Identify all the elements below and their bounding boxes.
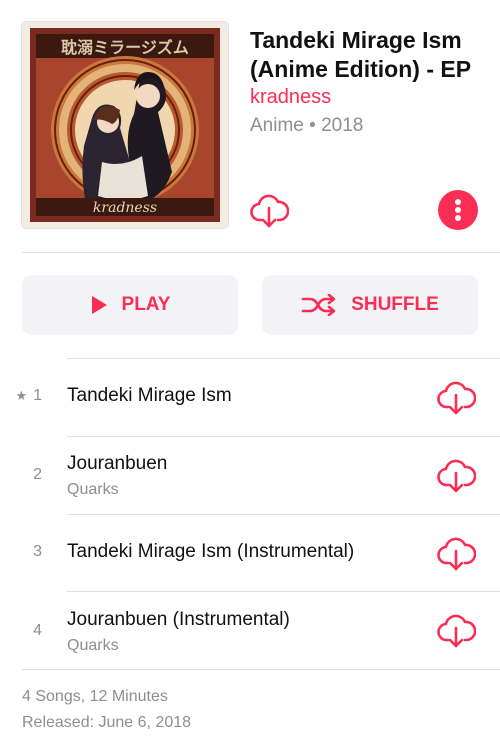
divider (22, 252, 500, 253)
track-download-button[interactable] (436, 610, 477, 650)
release-date: Released: June 6, 2018 (22, 714, 192, 731)
album-header: 耽溺ミラージズム kradness Tandeki Mirage Ism (An… (0, 0, 500, 252)
album-artist-link[interactable]: kradness (250, 86, 331, 109)
cloud-download-icon (437, 381, 477, 415)
album-genre-year: Anime • 2018 (250, 115, 364, 136)
shuffle-button[interactable]: SHUFFLE (262, 275, 478, 335)
shuffle-icon (301, 294, 336, 316)
track-title: Jouranbuen (Instrumental) (67, 609, 290, 630)
track-title: Tandeki Mirage Ism (67, 385, 232, 406)
track-download-button[interactable] (436, 455, 477, 495)
shuffle-label: SHUFFLE (351, 294, 439, 315)
track-number: 3 (33, 543, 42, 560)
track-download-button[interactable] (436, 533, 477, 573)
track-row-4[interactable]: 4 Jouranbuen (Instrumental) Quarks (0, 592, 500, 670)
more-options-button[interactable] (438, 190, 478, 230)
cloud-download-icon (437, 614, 477, 648)
track-number: 4 (33, 622, 42, 639)
cloud-download-icon (250, 194, 290, 228)
svg-text:耽溺ミラージズム: 耽溺ミラージズム (61, 38, 189, 57)
track-artist: Quarks (67, 637, 119, 654)
cloud-download-icon (437, 459, 477, 493)
album-artwork-image: 耽溺ミラージズム kradness (22, 22, 228, 228)
play-icon (91, 296, 107, 314)
album-title: Tandeki Mirage Ism (Anime Edition) - EP (250, 27, 472, 82)
track-number: ★ 1 (0, 387, 42, 405)
play-button[interactable]: PLAY (22, 275, 238, 335)
track-download-button[interactable] (436, 377, 477, 417)
track-row-3[interactable]: 3 Tandeki Mirage Ism (Instrumental) (0, 515, 500, 593)
download-album-button[interactable] (249, 190, 290, 230)
divider (22, 669, 500, 670)
track-row-1[interactable]: ★ 1 Tandeki Mirage Ism (0, 359, 500, 437)
play-label: PLAY (121, 294, 171, 315)
svg-text:kradness: kradness (93, 200, 157, 216)
track-artist: Quarks (67, 481, 119, 498)
track-row-2[interactable]: 2 Jouranbuen Quarks (0, 437, 500, 515)
track-number-text: 1 (33, 387, 42, 404)
cloud-download-icon (437, 537, 477, 571)
album-summary: 4 Songs, 12 Minutes (22, 688, 168, 705)
album-artwork[interactable]: 耽溺ミラージズム kradness (22, 22, 228, 228)
star-icon: ★ (15, 388, 28, 403)
track-title: Tandeki Mirage Ism (Instrumental) (67, 541, 355, 562)
track-number: 2 (33, 466, 42, 483)
track-title: Jouranbuen (67, 453, 168, 474)
